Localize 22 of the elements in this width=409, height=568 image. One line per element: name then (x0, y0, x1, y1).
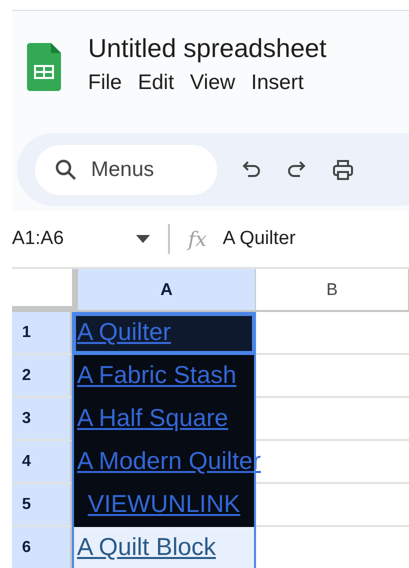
menu-search-field[interactable]: Menus (91, 158, 201, 182)
menu-item[interactable]: Insert (251, 69, 304, 97)
search-icon (55, 158, 77, 180)
name-box[interactable]: A1:A6 (12, 228, 136, 250)
column-header[interactable]: A (78, 269, 256, 312)
row-header[interactable]: 2 (12, 355, 72, 398)
row-header[interactable]: 3 (12, 398, 72, 441)
column-header[interactable]: B (256, 269, 409, 312)
print-icon[interactable] (331, 158, 355, 182)
menu-item[interactable]: Edit (138, 69, 174, 97)
fx-label: fx (188, 227, 207, 251)
formula-input[interactable]: A Quilter (222, 228, 296, 250)
document-title[interactable]: Untitled spreadsheet (88, 31, 326, 65)
search-pill[interactable]: Menus (35, 144, 217, 194)
row-header[interactable]: 5 (12, 484, 72, 527)
sheets-logo-icon[interactable] (27, 43, 61, 91)
dropdown-caret-icon[interactable] (136, 235, 150, 243)
menu-item[interactable]: File (88, 69, 122, 97)
menu-item[interactable]: View (190, 69, 236, 97)
row-header[interactable]: 4 (12, 441, 72, 484)
row-header[interactable]: 6 (12, 527, 72, 568)
row-header[interactable]: 1 (12, 312, 72, 355)
